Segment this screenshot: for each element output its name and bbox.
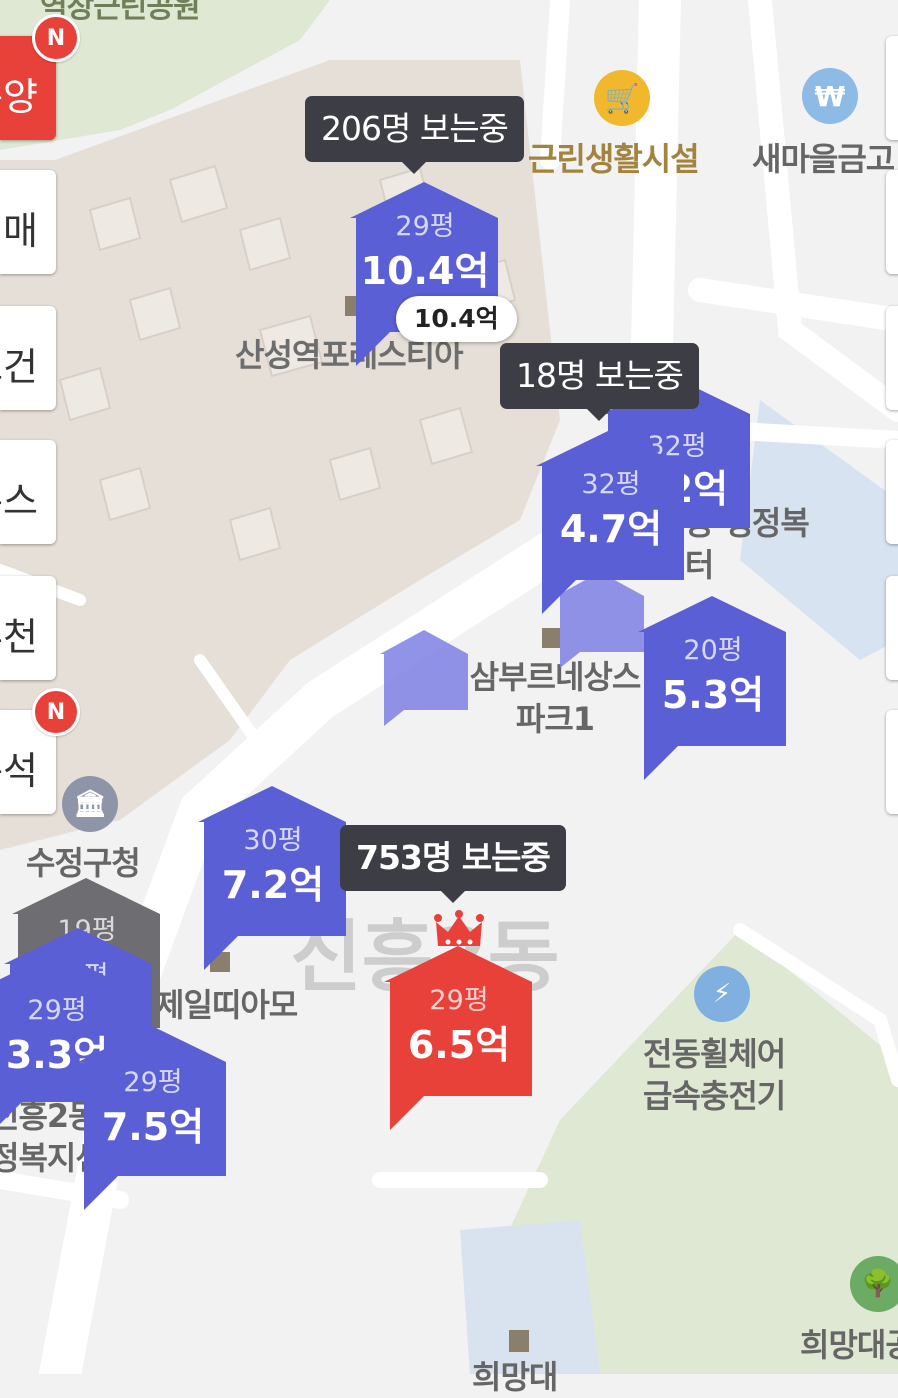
- tab-recommend-label: 추천: [0, 615, 38, 659]
- marker-area-label: 29평: [27, 995, 87, 1026]
- map-label-hope-park: 희망대공원: [800, 1326, 898, 1364]
- marker-area-label: 29평: [429, 985, 489, 1016]
- price-marker[interactable]: 29평 7.5억: [78, 1026, 228, 1226]
- right-map-button[interactable]: [886, 440, 898, 544]
- new-badge: N: [32, 14, 80, 62]
- right-map-button[interactable]: [886, 576, 898, 680]
- right-map-button[interactable]: [886, 170, 898, 274]
- right-map-button[interactable]: [886, 36, 898, 140]
- new-badge: N: [32, 688, 80, 736]
- tab-trade-label: 매매: [0, 209, 38, 253]
- government-building-icon[interactable]: 🏛: [62, 776, 118, 832]
- price-marker[interactable]: 20평 5.3억: [638, 596, 788, 796]
- price-marker[interactable]: 30평 7.2억: [198, 786, 348, 986]
- tab-analysis-label: 분석: [0, 749, 38, 793]
- tab-news-label: 뉴스: [0, 479, 38, 523]
- map-label-jeil: 제일띠아모: [155, 986, 298, 1024]
- tab-trade[interactable]: 매매: [0, 170, 56, 274]
- viewer-tooltip: 206명 보는중: [305, 96, 524, 174]
- price-pill[interactable]: 10.4억: [396, 296, 517, 342]
- tab-conditions[interactable]: 조건: [0, 306, 56, 410]
- bank-won-icon[interactable]: ₩: [802, 68, 858, 124]
- shopping-cart-icon[interactable]: 🛒: [594, 70, 650, 126]
- price-marker[interactable]: 29평 10.4억: [350, 182, 500, 382]
- map-label-hope-bottom: 희망대: [472, 1358, 558, 1396]
- marker-area-label: 20평: [683, 635, 743, 666]
- tab-recommend[interactable]: 추천: [0, 576, 56, 680]
- ghost-marker[interactable]: [380, 630, 480, 730]
- marker-area-label: 30평: [243, 825, 303, 856]
- map-label-ev-charger: 전동휠체어 급속충전기: [643, 1035, 786, 1115]
- marker-price-label: 7.2억: [221, 863, 325, 907]
- map-label-bank: 새마을금고: [752, 140, 895, 178]
- marker-price-label: 5.3억: [661, 673, 765, 717]
- park-tree-icon[interactable]: 🌳: [850, 1256, 898, 1312]
- marker-area-label: 29평: [123, 1067, 183, 1098]
- ev-charger-icon[interactable]: ⚡: [694, 966, 750, 1022]
- crown-icon: [434, 910, 484, 946]
- marker-area-label: 29평: [395, 211, 455, 242]
- marker-price-label: 4.7억: [559, 507, 663, 551]
- viewer-tooltip: 18명 보는중: [500, 343, 699, 421]
- marker-price-label: 10.4억: [360, 249, 490, 293]
- tab-news[interactable]: 뉴스: [0, 440, 56, 544]
- right-map-button[interactable]: [886, 306, 898, 410]
- featured-price-marker[interactable]: 29평 6.5억: [384, 946, 534, 1146]
- right-map-button[interactable]: [886, 710, 898, 814]
- marker-area-label: 32평: [581, 469, 641, 500]
- tab-conditions-label: 조건: [0, 345, 38, 389]
- marker-price-label: 6.5억: [407, 1023, 511, 1067]
- tab-presale-label: 분양: [0, 75, 38, 119]
- viewer-tooltip: 753명 보는중: [340, 825, 566, 903]
- marker-price-label: 7.5억: [101, 1105, 205, 1149]
- map-label-shop-facility: 근린생활시설: [528, 140, 700, 178]
